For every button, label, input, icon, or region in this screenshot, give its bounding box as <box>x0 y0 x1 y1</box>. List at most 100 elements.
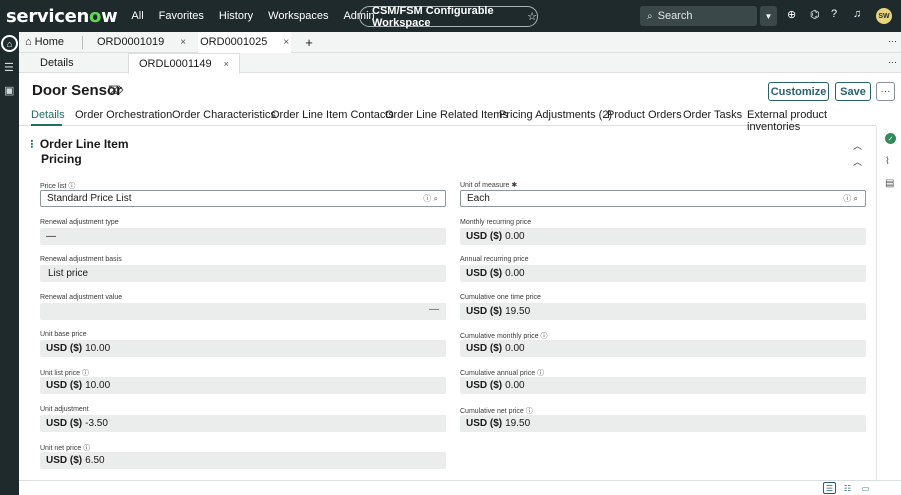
cumulative-annual-price-field[interactable]: USD ($) 0.00 <box>460 377 866 394</box>
unit-net-price-field[interactable]: USD ($) 6.50 <box>40 452 446 469</box>
check-icon[interactable]: ✓ <box>885 133 896 144</box>
tab-order-line-related-items[interactable]: Order Line Related Items <box>385 109 508 121</box>
collapse-subsection-icon[interactable]: ︿ <box>853 155 862 168</box>
nav-favorites[interactable]: Favorites <box>159 10 204 22</box>
cumulative-monthly-price-field[interactable]: USD ($) 0.00 <box>460 340 866 357</box>
chat-icon[interactable]: ⌬ <box>810 8 820 21</box>
monthly-recurring-price-value: 0.00 <box>505 231 525 242</box>
close-icon[interactable]: × <box>283 37 289 48</box>
tab-details[interactable]: Details <box>31 109 65 121</box>
tab-order-line-item-contacts[interactable]: Order Line Item Contacts <box>271 109 394 121</box>
tab-record-1[interactable]: ORD0001019 × <box>97 32 186 53</box>
document-icon[interactable]: ▤ <box>885 178 894 189</box>
unit-list-price-field[interactable]: USD ($) 10.00 <box>40 377 446 394</box>
unit-base-price-field[interactable]: USD ($) 10.00 <box>40 340 446 357</box>
info-icon[interactable]: ⓘ <box>541 333 548 340</box>
renewal-adjustment-basis-label: Renewal adjustment basis <box>40 256 122 263</box>
renewal-adjustment-type-value: — <box>46 231 56 242</box>
more-subtabs-icon[interactable]: ··· <box>888 57 897 67</box>
section-title: Order Line Item <box>39 137 129 151</box>
tab-product-orders[interactable]: Product Orders <box>607 109 682 121</box>
nav-all[interactable]: All <box>131 10 143 22</box>
workspace-pill[interactable]: CSM/FSM Configurable Workspace ☆ <box>359 5 538 29</box>
info-icon[interactable]: ⓘ <box>82 370 89 377</box>
renewal-adjustment-type-label: Renewal adjustment type <box>40 219 119 226</box>
close-icon[interactable]: × <box>224 59 229 69</box>
active-tab-indicator <box>31 124 62 126</box>
home-icon[interactable]: ⌂ <box>1 35 18 52</box>
renewal-adjustment-value-value: — <box>429 304 439 315</box>
help-icon[interactable]: ? <box>831 8 837 20</box>
annual-recurring-price-field[interactable]: USD ($) 0.00 <box>460 265 866 282</box>
price-list-field[interactable]: Standard Price List ⓘ ⌕ <box>40 190 446 207</box>
reference-lookup-icons[interactable]: ⓘ ⌕ <box>423 193 438 204</box>
monthly-recurring-price-field[interactable]: USD ($) 0.00 <box>460 228 866 245</box>
info-icon[interactable]: ⓘ <box>68 183 75 190</box>
add-tab-button[interactable]: + <box>305 32 313 53</box>
servicenow-logo[interactable]: servicenow <box>6 6 118 27</box>
customize-button[interactable]: Customize <box>768 82 829 101</box>
cumulative-one-time-price-field[interactable]: USD ($) 19.50 <box>460 303 866 320</box>
globe-icon[interactable]: ⊕ <box>787 8 796 21</box>
monthly-recurring-price-label: Monthly recurring price <box>460 219 532 226</box>
single-column-layout-icon[interactable]: ☰ <box>823 482 836 494</box>
currency-prefix: USD ($) <box>466 343 503 354</box>
cumulative-monthly-price-value: 0.00 <box>505 343 525 354</box>
search-scope-dropdown[interactable]: ▼ <box>760 6 777 26</box>
unit-of-measure-label: Unit of measure ✱ <box>460 182 518 189</box>
tab-home[interactable]: ⌂ Home <box>25 35 83 49</box>
tab-external-product-inventories[interactable]: External product inventories <box>747 109 876 133</box>
subsection-pricing: Pricing <box>41 152 82 166</box>
notification-bell-icon[interactable]: ♫ <box>853 8 861 20</box>
right-side-rail: ✓ ⌇ ▤ <box>876 126 901 480</box>
tab-pricing-adjustments[interactable]: Pricing Adjustments (2) <box>499 109 612 121</box>
currency-prefix: USD ($) <box>466 380 503 391</box>
more-actions-button[interactable]: ··· <box>876 82 895 101</box>
currency-prefix: USD ($) <box>466 418 503 429</box>
renewal-adjustment-value-field[interactable]: — <box>40 303 446 320</box>
workspace-tabs: ⌂ Home ORD0001019 × ORD0001025 × + ··· <box>19 31 901 53</box>
collapse-section-icon[interactable]: ︿ <box>853 139 862 152</box>
unit-net-price-value: 6.50 <box>85 455 105 466</box>
tab-order-tasks[interactable]: Order Tasks <box>683 109 742 121</box>
global-search-input[interactable]: ⌕ Search <box>640 6 757 26</box>
save-button[interactable]: Save <box>835 82 871 101</box>
tab-order-orchestration[interactable]: Order Orchestration <box>75 109 172 121</box>
list-icon[interactable]: ☰ <box>4 61 14 74</box>
star-icon[interactable]: ☆ <box>527 10 537 23</box>
tab-record-2[interactable]: ORD0001025 × <box>198 31 292 53</box>
section-order-line-item: ⁝ Order Line Item <box>30 137 129 151</box>
user-avatar[interactable]: SW <box>876 8 892 24</box>
home-small-icon: ⌂ <box>25 36 32 48</box>
more-tabs-icon[interactable]: ··· <box>888 36 897 46</box>
tab-record-1-label: ORD0001019 <box>97 36 165 48</box>
subtab-order-line[interactable]: ORDL0001149 × <box>128 53 240 74</box>
tag-icon[interactable]: ⌦ <box>108 84 124 97</box>
unit-of-measure-field[interactable]: Each ⓘ ⌕ <box>460 190 866 207</box>
currency-prefix: USD ($) <box>466 306 503 317</box>
panel-layout-icon[interactable]: ▭ <box>859 482 872 494</box>
record-header: Door Sensor ⌦ Customize Save ··· <box>19 74 901 106</box>
unit-adjustment-field[interactable]: USD ($) -3.50 <box>40 415 446 432</box>
info-icon[interactable]: ⓘ <box>537 370 544 377</box>
drag-handle-icon[interactable]: ⁝ <box>30 137 34 151</box>
nav-workspaces[interactable]: Workspaces <box>268 10 328 22</box>
reference-lookup-icons[interactable]: ⓘ ⌕ <box>843 193 858 204</box>
nav-history[interactable]: History <box>219 10 253 22</box>
cumulative-one-time-price-label: Cumulative one time price <box>460 294 541 301</box>
currency-prefix: USD ($) <box>466 231 503 242</box>
cumulative-one-time-price-value: 19.50 <box>505 306 531 317</box>
cumulative-net-price-field[interactable]: USD ($) 19.50 <box>460 415 866 432</box>
renewal-adjustment-basis-field[interactable]: List price <box>40 265 446 282</box>
info-icon[interactable]: ⓘ <box>83 445 90 452</box>
caret-down-icon: ▼ <box>764 11 773 21</box>
info-icon[interactable]: ⓘ <box>526 408 533 415</box>
subtab-details[interactable]: Details <box>40 53 74 73</box>
two-column-layout-icon[interactable]: ☷ <box>841 482 854 494</box>
renewal-adjustment-type-field[interactable]: — <box>40 228 446 245</box>
tab-order-characteristics[interactable]: Order Characteristics <box>172 109 276 121</box>
paperclip-icon[interactable]: ⌇ <box>885 156 890 167</box>
renewal-adjustment-value-label: Renewal adjustment value <box>40 294 123 301</box>
inbox-icon[interactable]: ▣ <box>4 84 14 97</box>
close-icon[interactable]: × <box>180 37 186 48</box>
